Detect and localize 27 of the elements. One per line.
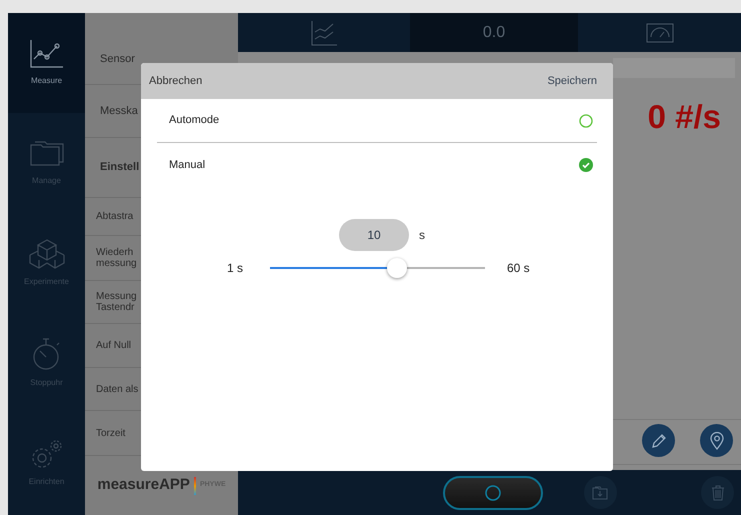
nav-item[interactable]: Measure xyxy=(8,13,85,113)
slider-min-label: 1 s xyxy=(227,260,244,277)
stopwatch-icon xyxy=(30,337,62,371)
view-tab[interactable]: 0.0 xyxy=(410,13,578,52)
mode-option[interactable]: Manual xyxy=(157,143,597,187)
slider-thumb[interactable] xyxy=(386,258,407,278)
location-button[interactable] xyxy=(700,424,733,457)
record-button[interactable] xyxy=(443,476,543,510)
folder-download-icon xyxy=(592,485,610,500)
measurement-reading: 0 #/s xyxy=(648,97,721,137)
value-field[interactable]: 10 xyxy=(339,219,409,251)
export-button[interactable] xyxy=(584,476,617,509)
save-button[interactable]: Speichern xyxy=(537,72,607,90)
cubes-icon xyxy=(28,238,66,270)
edit-button[interactable] xyxy=(642,424,675,457)
trash-icon xyxy=(710,484,724,500)
app-logo: measureAPP xyxy=(97,475,190,496)
circle-icon xyxy=(485,484,501,500)
pencil-icon xyxy=(650,432,668,450)
mode-option[interactable]: Automode xyxy=(157,99,597,143)
line-chart-icon xyxy=(310,20,338,46)
location-pin-icon xyxy=(710,432,724,450)
slider-max-label: 60 s xyxy=(507,260,530,277)
delete-button[interactable] xyxy=(701,476,734,509)
gauge-icon xyxy=(646,22,674,42)
line-chart-icon xyxy=(28,39,64,69)
unit-label: s xyxy=(419,227,425,244)
